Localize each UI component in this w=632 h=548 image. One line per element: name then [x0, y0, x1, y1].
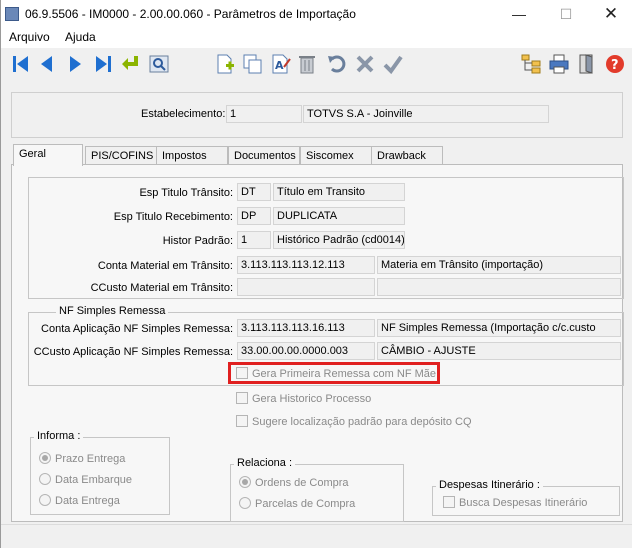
tab-bar: Geral PIS/COFINS Impostos Documentos Sis…	[11, 144, 623, 166]
tab-drawback[interactable]: Drawback	[371, 146, 443, 166]
edit-icon[interactable]: A	[269, 52, 293, 76]
tab-documentos[interactable]: Documentos	[228, 146, 300, 166]
close-button[interactable]: ✕	[599, 4, 623, 24]
histor-padrao-desc: Histórico Padrão (cd0014)	[273, 231, 405, 249]
gera-historico-checkbox[interactable]: Gera Historico Processo	[236, 392, 371, 405]
radio-prazo-entrega[interactable]: Prazo Entrega	[39, 452, 125, 465]
radio-dot	[39, 452, 51, 464]
goto-icon[interactable]	[119, 52, 143, 76]
radio-dot	[239, 476, 251, 488]
tab-panel-geral: Esp Titulo Trânsito: DT Título em Transi…	[11, 164, 624, 522]
minimize-button[interactable]: —	[507, 4, 531, 24]
status-bar	[1, 524, 632, 548]
informa-group: Informa : Prazo Entrega Data Embarque Da…	[30, 430, 170, 515]
conta-material-transito-code[interactable]: 3.113.113.113.12.113	[237, 256, 375, 274]
exit-icon[interactable]	[575, 52, 599, 76]
toolbar: A ?	[1, 48, 632, 82]
sugere-localizacao-label: Sugere localização padrão para depósito …	[252, 416, 472, 428]
gera-historico-label: Gera Historico Processo	[252, 393, 372, 405]
last-icon[interactable]	[91, 52, 115, 76]
ccusto-aplicacao-label: CCusto Aplicação NF Simples Remessa:	[33, 346, 233, 358]
checkbox-box	[443, 496, 455, 508]
title-bar: 06.9.5506 - IM0000 - 2.00.00.060 - Parâm…	[1, 0, 632, 28]
despesas-itinerario-title: Despesas Itinerário :	[436, 479, 543, 491]
data-entrega-label: Data Entrega	[55, 495, 120, 507]
ccusto-aplicacao-code[interactable]: 33.00.00.00.0000.003	[237, 342, 375, 360]
ccusto-aplicacao-desc: CÂMBIO - AJUSTE	[377, 342, 621, 360]
radio-ordens-compra[interactable]: Ordens de Compra	[239, 476, 349, 489]
menu-ajuda[interactable]: Ajuda	[65, 30, 96, 44]
svg-text:A: A	[275, 59, 284, 72]
new-icon[interactable]	[213, 52, 237, 76]
print-icon[interactable]	[547, 52, 571, 76]
esp-titulo-recebimento-desc: DUPLICATA	[273, 207, 405, 225]
menu-bar: Arquivo Ajuda	[1, 28, 632, 48]
search-icon[interactable]	[147, 52, 171, 76]
ordens-compra-label: Ordens de Compra	[255, 477, 349, 489]
radio-data-entrega[interactable]: Data Entrega	[39, 494, 120, 507]
delete-icon[interactable]	[295, 52, 319, 76]
histor-padrao-label: Histor Padrão:	[162, 235, 233, 247]
ccusto-material-transito-desc	[377, 278, 621, 296]
despesas-itinerario-group: Despesas Itinerário : Busca Despesas Iti…	[432, 479, 620, 516]
checkbox-box	[236, 392, 248, 404]
estabelecimento-code-field[interactable]: 1	[226, 105, 302, 123]
confirm-icon[interactable]	[381, 52, 405, 76]
prazo-entrega-label: Prazo Entrega	[55, 453, 126, 465]
radio-data-embarque[interactable]: Data Embarque	[39, 473, 132, 486]
radio-parcelas-compra[interactable]: Parcelas de Compra	[239, 497, 355, 510]
radio-dot	[39, 473, 51, 485]
app-icon	[5, 7, 19, 21]
ccusto-material-transito-label: CCusto Material em Trânsito:	[90, 282, 233, 294]
relaciona-group: Relaciona : Ordens de Compra Parcelas de…	[230, 457, 404, 522]
highlight-box	[228, 362, 440, 384]
informa-title: Informa :	[34, 430, 84, 442]
next-icon[interactable]	[63, 52, 87, 76]
tab-pis-cofins[interactable]: PIS/COFINS	[85, 146, 157, 166]
conta-aplicacao-label: Conta Aplicação NF Simples Remessa:	[41, 323, 233, 335]
svg-text:?: ?	[611, 58, 619, 73]
esp-titulo-recebimento-code[interactable]: DP	[237, 207, 271, 225]
ccusto-material-transito-code[interactable]	[237, 278, 375, 296]
window-title: 06.9.5506 - IM0000 - 2.00.00.060 - Parâm…	[25, 7, 356, 21]
tab-impostos[interactable]: Impostos	[156, 146, 228, 166]
radio-dot	[239, 497, 251, 509]
tree-icon[interactable]	[519, 52, 543, 76]
tab-siscomex[interactable]: Siscomex	[300, 146, 372, 166]
tab-geral[interactable]: Geral	[13, 144, 83, 166]
maximize-button[interactable]: ☐	[554, 4, 578, 24]
conta-material-transito-desc: Materia em Trânsito (importação)	[377, 256, 621, 274]
relaciona-title: Relaciona :	[234, 457, 296, 469]
conta-aplicacao-code[interactable]: 3.113.113.113.16.113	[237, 319, 375, 337]
sugere-localizacao-checkbox[interactable]: Sugere localização padrão para depósito …	[236, 415, 472, 428]
busca-despesas-checkbox[interactable]: Busca Despesas Itinerário	[443, 496, 587, 509]
conta-material-transito-label: Conta Material em Trânsito:	[97, 260, 233, 272]
estabelecimento-label: Estabelecimento:	[141, 108, 226, 120]
esp-titulo-recebimento-label: Esp Titulo Recebimento:	[113, 211, 233, 223]
conta-aplicacao-desc: NF Simples Remessa (Importação c/c.custo	[377, 319, 621, 337]
esp-titulo-transito-desc: Título em Transito	[273, 183, 405, 201]
radio-dot	[39, 494, 51, 506]
histor-padrao-code[interactable]: 1	[237, 231, 271, 249]
esp-titulo-transito-label: Esp Titulo Trânsito:	[139, 187, 233, 199]
esp-titulo-transito-code[interactable]: DT	[237, 183, 271, 201]
titulo-group: Esp Titulo Trânsito: DT Título em Transi…	[28, 177, 624, 299]
window: 06.9.5506 - IM0000 - 2.00.00.060 - Parâm…	[0, 0, 632, 548]
help-icon[interactable]: ?	[603, 52, 627, 76]
cancel-icon[interactable]	[353, 52, 377, 76]
prev-icon[interactable]	[35, 52, 59, 76]
nf-simples-remessa-title: NF Simples Remessa	[56, 305, 169, 317]
menu-arquivo[interactable]: Arquivo	[9, 30, 50, 44]
estabelecimento-panel: Estabelecimento: 1 TOTVS S.A - Joinville	[11, 92, 623, 138]
parcelas-compra-label: Parcelas de Compra	[255, 498, 356, 510]
estabelecimento-name-field: TOTVS S.A - Joinville	[303, 105, 549, 123]
data-embarque-label: Data Embarque	[55, 474, 133, 486]
busca-despesas-label: Busca Despesas Itinerário	[459, 497, 588, 509]
first-icon[interactable]	[9, 52, 33, 76]
copy-icon[interactable]	[241, 52, 265, 76]
checkbox-box	[236, 415, 248, 427]
undo-icon[interactable]	[325, 52, 349, 76]
